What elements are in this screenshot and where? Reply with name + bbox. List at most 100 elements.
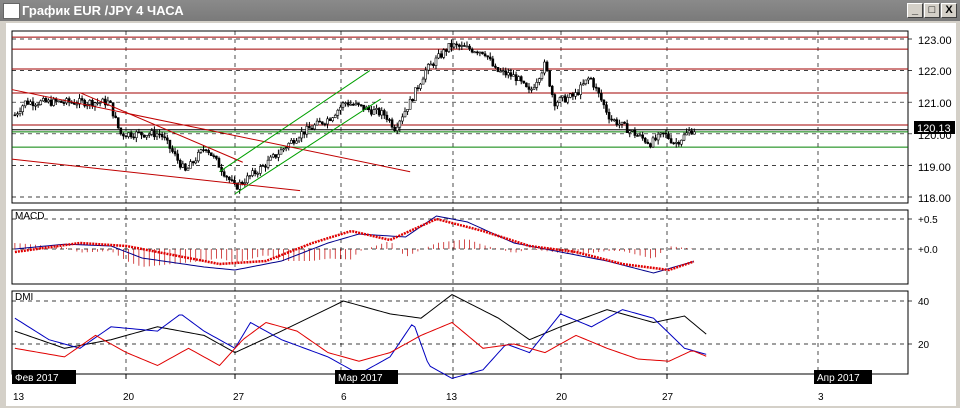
candle-body xyxy=(579,84,582,95)
candle-body xyxy=(344,102,347,104)
candle-body xyxy=(636,135,639,137)
candle-body xyxy=(388,119,391,121)
candle-body xyxy=(269,156,272,161)
candle-body xyxy=(176,153,179,161)
month-label: Мар 2017 xyxy=(338,373,383,384)
candle-body xyxy=(419,83,422,89)
month-label: Фев 2017 xyxy=(15,373,59,384)
candle-body xyxy=(540,72,544,79)
candle-body xyxy=(346,102,350,106)
current-price: 120.13 xyxy=(917,123,951,135)
candle-body xyxy=(49,99,53,106)
candle-body xyxy=(380,110,384,116)
macd-label: +0.5 xyxy=(918,215,938,226)
candle-body xyxy=(398,120,402,128)
candle-body xyxy=(292,140,296,144)
candle-body xyxy=(39,100,43,105)
candle-body xyxy=(532,87,536,90)
candle-body xyxy=(375,108,378,110)
candle-body xyxy=(491,58,495,67)
candle-body xyxy=(643,137,647,143)
candle-body xyxy=(295,140,298,144)
candle-body xyxy=(259,166,262,174)
candle-body xyxy=(284,147,288,150)
candle-body xyxy=(488,56,492,60)
candle-body xyxy=(253,170,257,174)
candle-body xyxy=(589,77,593,80)
candle-body xyxy=(111,102,115,117)
title-bar[interactable]: График EUR /JPY 4 ЧАСА _ □ X xyxy=(0,0,960,21)
dmi-label: 20 xyxy=(918,340,930,351)
candle-body xyxy=(163,136,167,139)
candle-body xyxy=(282,148,285,151)
candle-body xyxy=(406,109,409,112)
candle-body xyxy=(21,105,24,112)
candle-body xyxy=(132,136,136,139)
day-label: 20 xyxy=(123,392,135,403)
candle-body xyxy=(36,104,40,106)
candle-body xyxy=(455,43,458,46)
minimize-button[interactable]: _ xyxy=(907,3,923,18)
candle-body xyxy=(633,129,637,136)
candle-body xyxy=(23,100,27,107)
candle-body xyxy=(600,93,603,101)
candle-body xyxy=(91,100,94,107)
candle-body xyxy=(685,132,688,136)
day-label: 27 xyxy=(662,392,674,403)
candle-body xyxy=(638,134,642,137)
candle-body xyxy=(468,45,471,50)
candle-body xyxy=(602,99,606,106)
maximize-button[interactable]: □ xyxy=(924,3,940,18)
candle-body xyxy=(667,133,670,139)
candle-body xyxy=(230,179,234,181)
candle-body xyxy=(186,167,190,171)
close-button[interactable]: X xyxy=(941,3,957,18)
candle-body xyxy=(116,117,120,129)
candle-body xyxy=(184,163,187,171)
candle-body xyxy=(153,130,156,138)
dmi-label: 40 xyxy=(918,297,930,308)
candle-body xyxy=(463,45,466,47)
candle-body xyxy=(556,102,559,107)
candle-body xyxy=(42,98,45,102)
candle-body xyxy=(357,103,360,105)
candle-body xyxy=(519,76,523,82)
candle-body xyxy=(517,76,520,81)
candle-body xyxy=(693,131,696,135)
candle-body xyxy=(677,142,681,145)
candle-body xyxy=(297,137,301,142)
candle-body xyxy=(481,51,484,55)
candle-body xyxy=(543,61,546,74)
candle-body xyxy=(315,120,319,126)
candle-body xyxy=(494,65,497,68)
price-label: 121.00 xyxy=(918,98,952,110)
candle-body xyxy=(127,132,130,137)
candle-body xyxy=(507,72,510,76)
candle-body xyxy=(313,124,316,130)
month-label: Апр 2017 xyxy=(817,373,860,384)
candle-body xyxy=(326,118,329,125)
candle-body xyxy=(651,137,655,148)
candle-body xyxy=(57,100,61,103)
candle-body xyxy=(34,104,37,107)
candle-body xyxy=(496,67,500,72)
day-label: 13 xyxy=(446,392,458,403)
candle-body xyxy=(499,70,502,73)
macd-title: MACD xyxy=(15,211,44,222)
candle-body xyxy=(166,137,169,141)
candle-body xyxy=(354,103,358,106)
candle-body xyxy=(445,49,448,52)
candle-body xyxy=(538,78,541,83)
candle-body xyxy=(605,104,608,113)
candle-body xyxy=(525,82,528,88)
candle-body xyxy=(305,125,309,135)
chart-canvas[interactable]: 123.00 122.00 121.00 120.00 119.00 118.0… xyxy=(6,23,956,406)
candle-body xyxy=(333,114,337,118)
candle-body xyxy=(654,137,657,141)
candle-body xyxy=(246,175,249,184)
day-label: 3 xyxy=(818,392,824,403)
candle-body xyxy=(336,109,340,116)
candle-body xyxy=(628,130,632,133)
candle-body xyxy=(659,132,663,135)
candle-body xyxy=(339,106,342,111)
